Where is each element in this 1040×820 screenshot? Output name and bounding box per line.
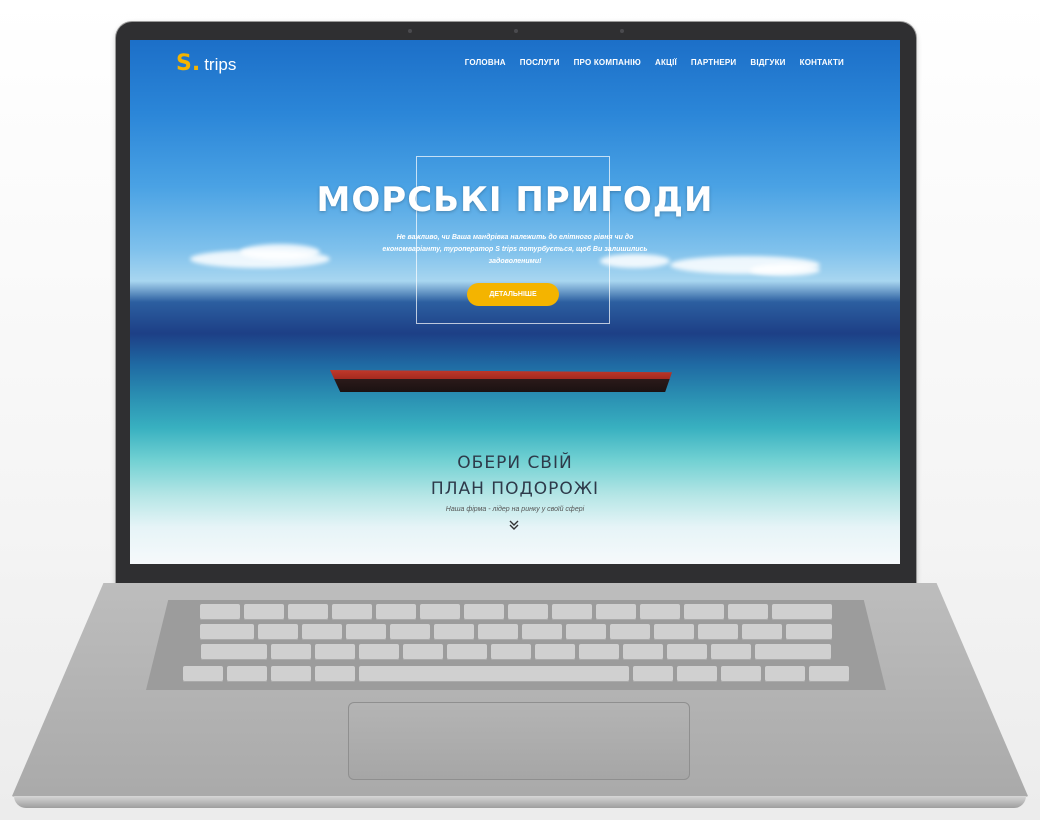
plan-heading-line-2: ПЛАН ПОДОРОЖІ xyxy=(430,479,600,499)
nav-item-about[interactable]: ПРО КОМПАНІЮ xyxy=(574,58,641,67)
plan-heading-line-1: ОБЕРИ СВІЙ xyxy=(457,453,573,473)
key xyxy=(786,624,832,640)
keyboard-row xyxy=(146,644,886,660)
key xyxy=(315,644,355,660)
nav-item-partners[interactable]: ПАРТНЕРИ xyxy=(691,58,736,67)
key xyxy=(200,604,240,620)
spacebar-key xyxy=(359,666,629,682)
plan-heading: ОБЕРИ СВІЙ ПЛАН ПОДОРОЖІ xyxy=(130,450,900,502)
key xyxy=(566,624,606,640)
key xyxy=(711,644,751,660)
key xyxy=(765,666,805,682)
webcam-dot xyxy=(514,29,518,33)
key xyxy=(315,666,355,682)
key xyxy=(755,644,831,660)
key xyxy=(552,604,592,620)
key xyxy=(346,624,386,640)
key xyxy=(403,644,443,660)
details-button[interactable]: ДЕТАЛЬНІШЕ xyxy=(467,283,559,306)
keyboard-row xyxy=(146,666,886,682)
logo-text: trips xyxy=(204,54,237,74)
nav-item-reviews[interactable]: ВІДГУКИ xyxy=(750,58,785,67)
site-header: S. trips ГОЛОВНА ПОСЛУГИ ПРО КОМПАНІЮ АК… xyxy=(130,52,900,78)
key xyxy=(667,644,707,660)
key xyxy=(332,604,372,620)
key xyxy=(390,624,430,640)
lid-sensor-dot xyxy=(620,29,624,33)
key xyxy=(491,644,531,660)
laptop-mockup: S. trips ГОЛОВНА ПОСЛУГИ ПРО КОМПАНІЮ АК… xyxy=(0,0,1040,820)
key xyxy=(478,624,518,640)
keyboard-row xyxy=(146,624,886,640)
boat-image xyxy=(330,370,672,392)
cloud xyxy=(750,264,820,276)
key xyxy=(698,624,738,640)
key xyxy=(464,604,504,620)
hero-subtitle: Не важливо, чи Ваша мандрівка належить д… xyxy=(382,234,648,265)
laptop-base-edge xyxy=(14,796,1026,808)
key xyxy=(508,604,548,620)
trackpad xyxy=(348,702,690,780)
nav-item-promotions[interactable]: АКЦІЇ xyxy=(655,58,677,67)
key xyxy=(271,644,311,660)
key xyxy=(623,644,663,660)
key xyxy=(376,604,416,620)
keyboard-row xyxy=(146,604,886,620)
key xyxy=(302,624,342,640)
key xyxy=(809,666,849,682)
key xyxy=(721,666,761,682)
site-logo[interactable]: S. trips xyxy=(176,52,236,76)
key xyxy=(258,624,298,640)
website-screen: S. trips ГОЛОВНА ПОСЛУГИ ПРО КОМПАНІЮ АК… xyxy=(130,40,900,564)
key xyxy=(447,644,487,660)
key xyxy=(288,604,328,620)
key xyxy=(535,644,575,660)
key xyxy=(633,666,673,682)
nav-item-services[interactable]: ПОСЛУГИ xyxy=(520,58,560,67)
key xyxy=(244,604,284,620)
key xyxy=(610,624,650,640)
key xyxy=(728,604,768,620)
key xyxy=(640,604,680,620)
plan-subtitle: Наша фірма - лідер на ринку у своїй сфер… xyxy=(445,506,585,513)
key xyxy=(579,644,619,660)
key xyxy=(271,666,311,682)
key xyxy=(200,624,254,640)
key xyxy=(684,604,724,620)
key xyxy=(522,624,562,640)
key xyxy=(772,604,832,620)
key xyxy=(201,644,267,660)
cloud xyxy=(240,244,320,260)
laptop-lid: S. trips ГОЛОВНА ПОСЛУГИ ПРО КОМПАНІЮ АК… xyxy=(116,22,916,588)
key xyxy=(434,624,474,640)
lid-sensor-dot xyxy=(408,29,412,33)
key xyxy=(359,644,399,660)
chevron-double-down-icon[interactable] xyxy=(507,518,521,532)
key xyxy=(677,666,717,682)
main-menu: ГОЛОВНА ПОСЛУГИ ПРО КОМПАНІЮ АКЦІЇ ПАРТН… xyxy=(465,58,844,67)
key xyxy=(596,604,636,620)
hero-title: МОРСЬКІ ПРИГОДИ xyxy=(316,180,714,220)
key xyxy=(420,604,460,620)
key xyxy=(227,666,267,682)
key xyxy=(183,666,223,682)
key xyxy=(654,624,694,640)
key xyxy=(742,624,782,640)
nav-item-contacts[interactable]: КОНТАКТИ xyxy=(800,58,844,67)
logo-mark: S. xyxy=(176,51,201,76)
keyboard xyxy=(146,600,886,690)
nav-item-home[interactable]: ГОЛОВНА xyxy=(465,58,506,67)
